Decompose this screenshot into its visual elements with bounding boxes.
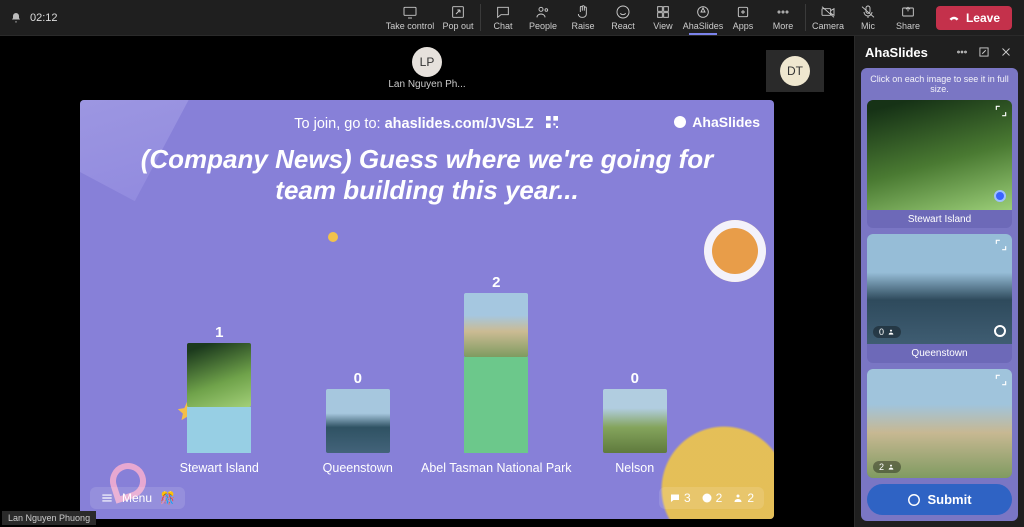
chat-count: 3 [669,491,691,505]
camera-button[interactable]: Camera [808,0,848,35]
submit-button[interactable]: Submit [867,484,1012,515]
bar-label: Abel Tasman National Park [421,461,572,475]
qr-icon [544,114,560,130]
panel-title: AhaSlides [865,45,928,60]
camera-label: Camera [812,21,844,31]
raise-label: Raise [571,21,594,31]
more-label: More [773,21,794,31]
option-thumb [464,293,528,357]
poll-chart: 1 Stewart Island 0 Queenstown 2 A [150,230,704,475]
option-thumb [326,389,390,453]
panel-hint: Click on each image to see it in full si… [867,74,1012,94]
apps-label: Apps [733,21,754,31]
bar-value: 0 [631,370,639,387]
take-control-button[interactable]: Take control [382,0,438,35]
poll-option-nelson: 0 Nelson [570,370,700,475]
vote-count-badge: 2 [873,461,901,473]
ahaslides-brand: AhaSlides [672,114,760,130]
slide-menu-button[interactable]: Menu 🎊 [90,487,185,509]
option-caption: Stewart Island [867,210,1012,228]
option-image[interactable]: 0 [867,234,1012,344]
leave-button[interactable]: Leave [936,6,1012,30]
brand-label: AhaSlides [692,114,760,130]
option-image[interactable] [867,100,1012,210]
vote-option-queenstown[interactable]: 0 Queenstown [867,234,1012,362]
panel-popout-icon[interactable] [976,44,992,60]
people-button[interactable]: People [523,0,563,35]
mic-label: Mic [861,21,875,31]
bar-label: Queenstown [323,461,393,475]
option-thumb [187,343,251,407]
avatar: LP [412,47,442,77]
more-button[interactable]: More [763,0,803,35]
meeting-timer: 02:12 [30,12,58,24]
react-button[interactable]: React [603,0,643,35]
confetti-icon[interactable]: 🎊 [160,491,175,505]
ahaslides-app-button[interactable]: AhaSlides [683,0,723,35]
panel-close-icon[interactable] [998,44,1014,60]
bar-value: 2 [492,274,500,291]
poll-option-stewart-island: 1 Stewart Island [154,324,284,475]
vote-count-badge: 0 [873,326,901,338]
ahaslides-side-panel: AhaSlides Click on each image to see it … [854,36,1024,527]
mic-button[interactable]: Mic [848,0,888,35]
expand-icon[interactable] [994,104,1008,118]
take-control-label: Take control [386,21,435,31]
bar-label: Stewart Island [180,461,259,475]
people-count: 2 [732,491,754,505]
popout-label: Pop out [442,21,473,31]
chat-button[interactable]: Chat [483,0,523,35]
ahaslides-label: AhaSlides [683,21,724,31]
submit-label: Submit [927,492,971,507]
notification-icon [10,12,22,24]
panel-more-icon[interactable] [954,44,970,60]
teams-top-bar: 02:12 Take control Pop out Chat People R… [0,0,1024,36]
poll-option-queenstown: 0 Queenstown [293,370,423,475]
chat-label: Chat [493,21,512,31]
vote-option-stewart-island[interactable]: Stewart Island [867,100,1012,228]
participants-strip: LP Lan Nguyen Ph... DT [0,36,854,100]
share-button[interactable]: Share [888,0,928,35]
option-image[interactable]: 2 [867,369,1012,478]
participant-tile-presenter[interactable]: LP Lan Nguyen Ph... [388,47,465,90]
view-button[interactable]: View [643,0,683,35]
poll-option-abel-tasman: 2 Abel Tasman National Park [431,274,561,475]
participant-tile-other[interactable]: DT [766,50,824,92]
join-prefix: To join, go to: [294,116,384,132]
people-label: People [529,21,557,31]
leave-label: Leave [966,11,1000,25]
presentation-slide: To join, go to: ahaslides.com/JVSLZ AhaS… [80,100,774,519]
apps-button[interactable]: Apps [723,0,763,35]
avatar: DT [780,56,810,86]
option-caption: Queenstown [867,344,1012,362]
radio-icon[interactable] [994,325,1006,337]
menu-label: Menu [122,491,152,505]
expand-icon[interactable] [994,373,1008,387]
popout-button[interactable]: Pop out [438,0,478,35]
bar-value: 1 [215,324,223,341]
share-label: Share [896,21,920,31]
question-count: ?2 [701,491,723,505]
slide-footer-counts: 3 ?2 2 [659,487,764,509]
raise-hand-button[interactable]: Raise [563,0,603,35]
slide-title: (Company News) Guess where we're going f… [120,144,734,205]
join-url: ahaslides.com/JVSLZ [385,116,534,132]
vote-option-abel-tasman[interactable]: 2 [867,369,1012,478]
participant-name: Lan Nguyen Ph... [388,79,465,90]
expand-icon[interactable] [994,238,1008,252]
bar-value: 0 [354,370,362,387]
view-label: View [653,21,672,31]
bar-label: Nelson [615,461,654,475]
react-label: React [611,21,635,31]
speaker-name-tag: Lan Nguyen Phuong [2,511,96,525]
join-instruction: To join, go to: ahaslides.com/JVSLZ [80,114,774,132]
option-thumb [603,389,667,453]
